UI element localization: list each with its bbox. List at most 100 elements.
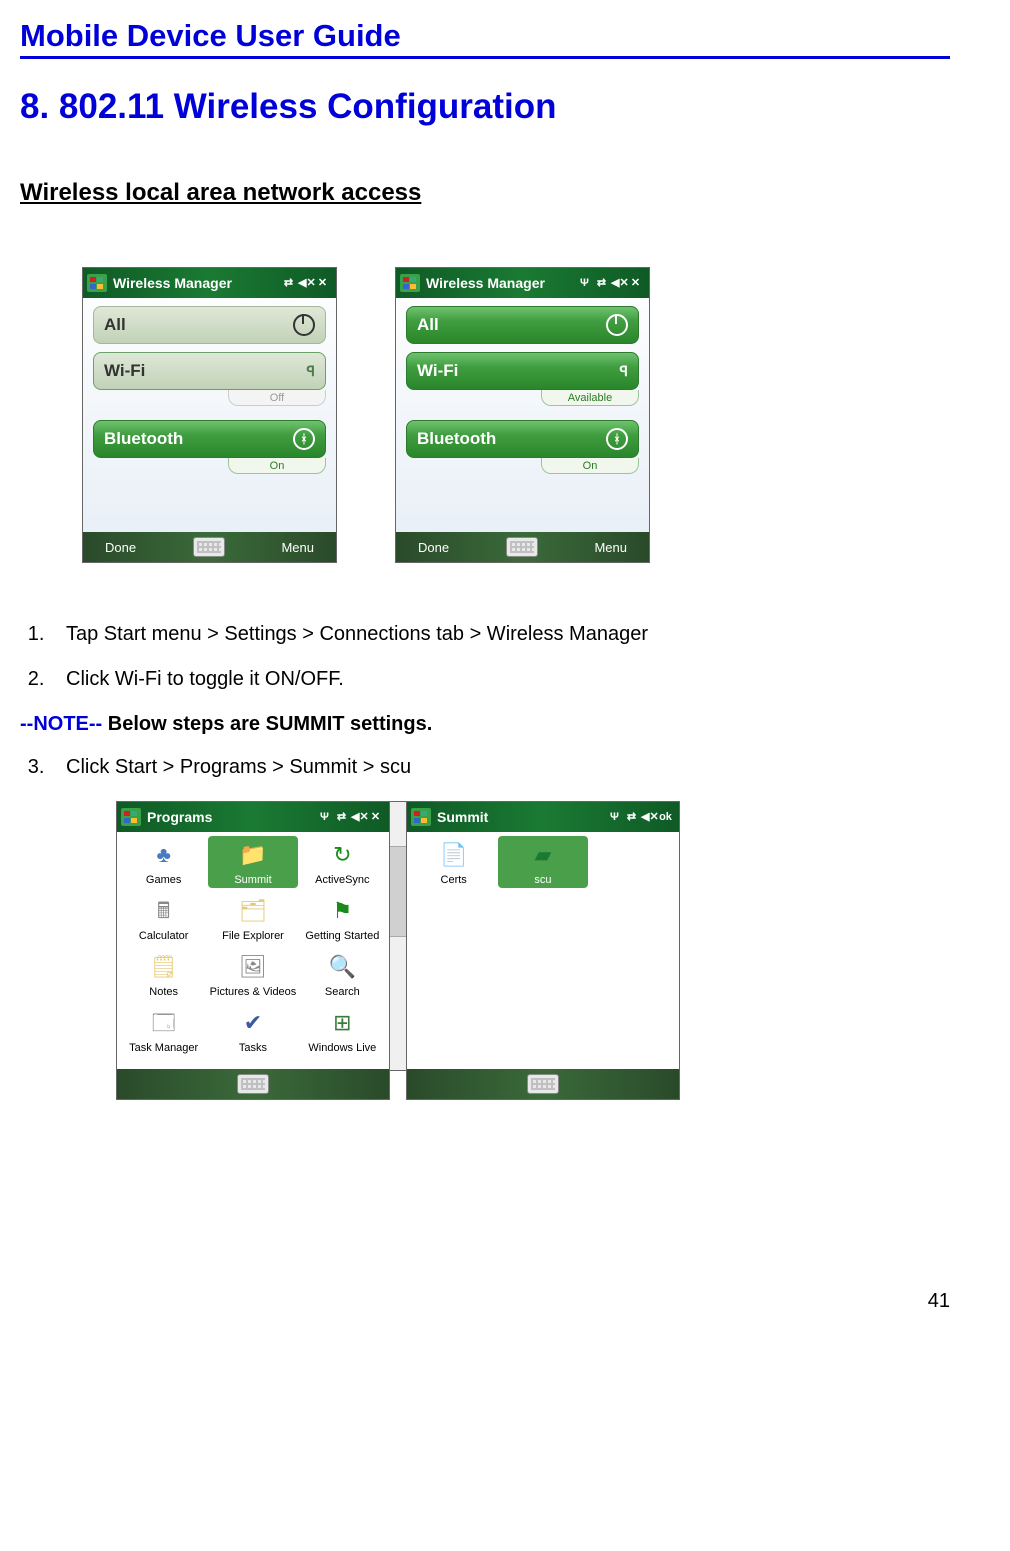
pictures-icon: 🖼 — [236, 950, 270, 984]
folder-icon: 📁 — [236, 838, 270, 872]
screenshot-wireless-manager-on: Wireless Manager Ψ ⇄ ◀✕ ✕ All Wi-Fi ꟼ Av… — [395, 267, 650, 563]
screenshot-summit-folder: Summit Ψ ⇄ ◀✕ ok 📄 Certs ▰ scu — [406, 801, 680, 1100]
bluetooth-label: Bluetooth — [104, 429, 183, 449]
app-label: Certs — [441, 874, 467, 886]
notes-icon: 🗒 — [147, 950, 181, 984]
volume-icon[interactable]: ◀✕ — [611, 276, 626, 291]
all-toggle[interactable]: All — [406, 306, 639, 344]
app-getting-started[interactable]: ⚑Getting Started — [298, 892, 387, 944]
volume-icon[interactable]: ◀✕ — [298, 276, 313, 291]
volume-icon[interactable]: ◀✕ — [641, 810, 656, 825]
app-calculator[interactable]: 🖩Calculator — [119, 892, 208, 944]
titlebar: Summit Ψ ⇄ ◀✕ ok — [407, 802, 679, 832]
signal-icon[interactable]: Ψ — [577, 276, 592, 291]
app-label: scu — [534, 874, 551, 886]
titlebar: Wireless Manager ⇄ ◀✕ ✕ — [83, 268, 336, 298]
app-label: Task Manager — [129, 1042, 198, 1054]
connectivity-icon[interactable]: ⇄ — [624, 810, 639, 825]
search-icon: 🔍 — [325, 950, 359, 984]
app-notes[interactable]: 🗒Notes — [119, 948, 208, 1000]
wifi-antenna-icon: ꟼ — [307, 363, 315, 380]
keyboard-icon[interactable] — [527, 1074, 559, 1094]
title-text: Wireless Manager — [426, 275, 571, 291]
signal-icon[interactable]: Ψ — [317, 810, 332, 825]
titlebar: Programs Ψ ⇄ ◀✕ ✕ — [117, 802, 389, 832]
close-icon[interactable]: ✕ — [368, 810, 383, 825]
signal-icon[interactable]: Ψ — [607, 810, 622, 825]
scrollbar[interactable] — [390, 801, 406, 1071]
app-scu[interactable]: ▰ scu — [498, 836, 587, 888]
ok-button[interactable]: ok — [658, 810, 673, 825]
scu-icon: ▰ — [526, 838, 560, 872]
menu-softkey[interactable]: Menu — [281, 540, 314, 555]
note-line: --NOTE-- Below steps are SUMMIT settings… — [20, 713, 950, 736]
bluetooth-icon: ᚼ — [606, 428, 628, 450]
keyboard-icon[interactable] — [193, 537, 225, 557]
volume-icon[interactable]: ◀✕ — [351, 810, 366, 825]
done-softkey[interactable]: Done — [105, 540, 136, 555]
app-games[interactable]: ♣Games — [119, 836, 208, 888]
bluetooth-toggle[interactable]: Bluetooth ᚼ — [406, 420, 639, 458]
app-label: File Explorer — [222, 930, 284, 942]
app-label: Getting Started — [305, 930, 379, 942]
screenshot-programs: Programs Ψ ⇄ ◀✕ ✕ ♣Games 📁 Summit ↻Active… — [116, 801, 390, 1100]
start-icon[interactable] — [411, 808, 431, 826]
screenshots-row-1: Wireless Manager ⇄ ◀✕ ✕ All Wi-Fi ꟼ Off … — [20, 267, 950, 563]
bluetooth-icon: ᚼ — [293, 428, 315, 450]
app-label: Pictures & Videos — [210, 986, 297, 998]
start-icon[interactable] — [87, 274, 107, 292]
softkey-bar: Done Menu — [396, 532, 649, 562]
steps-list: Tap Start menu > Settings > Connections … — [20, 623, 950, 691]
app-summit[interactable]: 📁 Summit — [208, 836, 297, 888]
keyboard-icon[interactable] — [506, 537, 538, 557]
bluetooth-toggle[interactable]: Bluetooth ᚼ — [93, 420, 326, 458]
app-label: Games — [146, 874, 181, 886]
bluetooth-label: Bluetooth — [417, 429, 496, 449]
start-icon[interactable] — [400, 274, 420, 292]
wifi-toggle[interactable]: Wi-Fi ꟼ — [93, 352, 326, 390]
titlebar: Wireless Manager Ψ ⇄ ◀✕ ✕ — [396, 268, 649, 298]
wifi-antenna-icon: ꟼ — [620, 363, 628, 380]
app-label: Calculator — [139, 930, 189, 942]
subsection-heading: Wireless local area network access — [20, 179, 950, 207]
step-3: Click Start > Programs > Summit > scu — [50, 756, 950, 779]
task-manager-icon: 🗔 — [147, 1006, 181, 1040]
scroll-thumb[interactable] — [390, 846, 406, 937]
wifi-toggle[interactable]: Wi-Fi ꟼ — [406, 352, 639, 390]
softkey-bar: Done Menu — [83, 532, 336, 562]
keyboard-icon[interactable] — [237, 1074, 269, 1094]
app-file-explorer[interactable]: 🗂 File Explorer — [208, 892, 297, 944]
app-certs[interactable]: 📄 Certs — [409, 836, 498, 888]
step-2: Click Wi-Fi to toggle it ON/OFF. — [50, 668, 950, 691]
connectivity-icon[interactable]: ⇄ — [594, 276, 609, 291]
note-text: Below steps are SUMMIT settings. — [102, 713, 432, 735]
certificate-icon: 📄 — [437, 838, 471, 872]
wifi-label: Wi-Fi — [417, 361, 458, 381]
menu-softkey[interactable]: Menu — [594, 540, 627, 555]
app-label: ActiveSync — [315, 874, 369, 886]
app-windows-live[interactable]: ⊞Windows Live — [298, 1004, 387, 1056]
app-label: Summit — [234, 874, 271, 886]
start-icon[interactable] — [121, 808, 141, 826]
app-search[interactable]: 🔍 Search — [298, 948, 387, 1000]
all-label: All — [417, 315, 439, 335]
bluetooth-status-pill: On — [541, 458, 639, 474]
all-label: All — [104, 315, 126, 335]
connectivity-icon[interactable]: ⇄ — [281, 276, 296, 291]
folder-icon: 🗂 — [236, 894, 270, 928]
all-toggle[interactable]: All — [93, 306, 326, 344]
app-activesync[interactable]: ↻ActiveSync — [298, 836, 387, 888]
app-task-manager[interactable]: 🗔 Task Manager — [119, 1004, 208, 1056]
done-softkey[interactable]: Done — [418, 540, 449, 555]
title-text: Summit — [437, 809, 601, 825]
app-tasks[interactable]: ✔︎Tasks — [208, 1004, 297, 1056]
app-pictures-videos[interactable]: 🖼 Pictures & Videos — [208, 948, 297, 1000]
power-icon — [606, 314, 628, 336]
page-title: Mobile Device User Guide — [20, 18, 950, 59]
screenshot-wireless-manager-off: Wireless Manager ⇄ ◀✕ ✕ All Wi-Fi ꟼ Off … — [82, 267, 337, 563]
close-icon[interactable]: ✕ — [628, 276, 643, 291]
wifi-status-pill: Available — [541, 390, 639, 406]
connectivity-icon[interactable]: ⇄ — [334, 810, 349, 825]
app-label: Search — [325, 986, 360, 998]
close-icon[interactable]: ✕ — [315, 276, 330, 291]
